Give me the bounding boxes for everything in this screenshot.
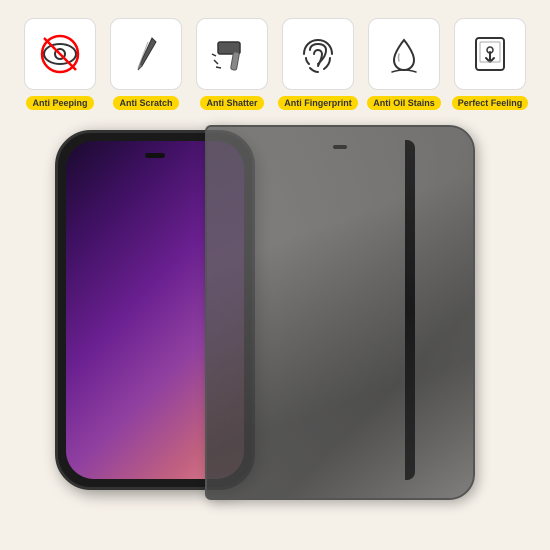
anti-shatter-icon-box bbox=[196, 18, 268, 90]
anti-shatter-label: Anti Shatter bbox=[200, 96, 263, 110]
phone-display bbox=[0, 120, 550, 500]
feature-anti-fingerprint: Anti Fingerprint bbox=[278, 18, 358, 110]
eye-slash-icon bbox=[38, 32, 82, 76]
anti-oil-stains-label: Anti Oil Stains bbox=[367, 96, 441, 110]
perfect-feeling-label: Perfect Feeling bbox=[452, 96, 529, 110]
anti-peeping-label: Anti Peeping bbox=[26, 96, 93, 110]
feature-anti-oil-stains: Anti Oil Stains bbox=[364, 18, 444, 110]
feature-anti-peeping: Anti Peeping bbox=[20, 18, 100, 110]
screen-protector bbox=[205, 125, 475, 500]
water-drop-icon bbox=[382, 32, 426, 76]
anti-fingerprint-label: Anti Fingerprint bbox=[278, 96, 358, 110]
anti-peeping-icon-box bbox=[24, 18, 96, 90]
anti-fingerprint-icon-box bbox=[282, 18, 354, 90]
hammer-icon bbox=[210, 32, 254, 76]
phone-notch bbox=[145, 153, 165, 158]
features-row: Anti Peeping Anti Scratch bbox=[0, 0, 550, 120]
feature-anti-scratch: Anti Scratch bbox=[106, 18, 186, 110]
feature-perfect-feeling: Perfect Feeling bbox=[450, 18, 530, 110]
phone-right-edge bbox=[405, 140, 415, 480]
anti-oil-stains-icon-box bbox=[368, 18, 440, 90]
anti-scratch-icon-box bbox=[110, 18, 182, 90]
phone-wrapper bbox=[35, 130, 515, 500]
protector-notch bbox=[333, 145, 347, 149]
feature-anti-shatter: Anti Shatter bbox=[192, 18, 272, 110]
touch-icon bbox=[468, 32, 512, 76]
fingerprint-icon bbox=[296, 32, 340, 76]
perfect-feeling-icon-box bbox=[454, 18, 526, 90]
anti-scratch-label: Anti Scratch bbox=[113, 96, 178, 110]
protector-surface bbox=[207, 127, 473, 498]
knife-icon bbox=[124, 32, 168, 76]
